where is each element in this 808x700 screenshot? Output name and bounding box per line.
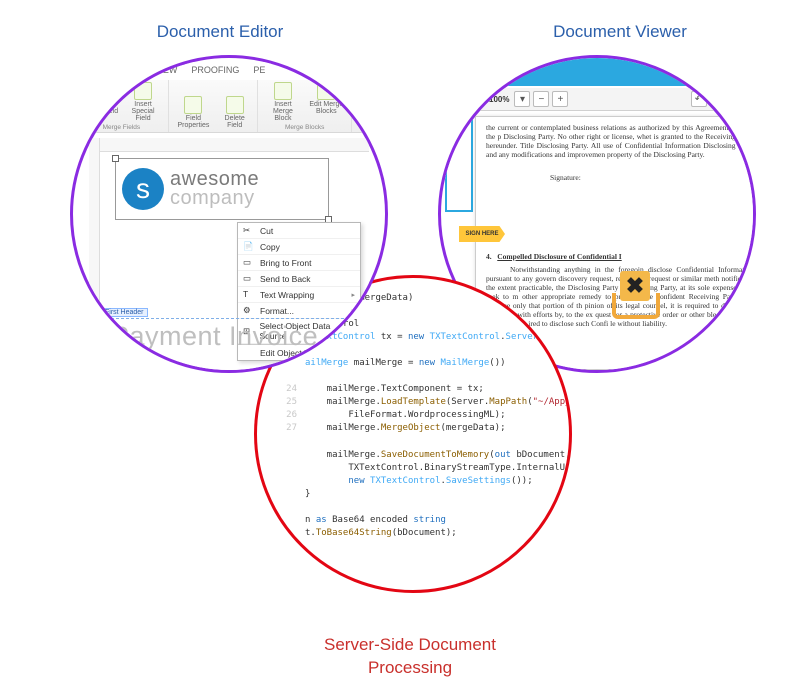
- arrow-shape-icon: [111, 368, 147, 373]
- code-line: t.ToBase64String(bDocument);: [275, 527, 563, 540]
- section-heading: 4. Compelled Disclosure of Confidential …: [486, 252, 754, 261]
- title-editor: Document Editor: [90, 22, 350, 42]
- ribbon-button[interactable]: Edit Merge Blocks: [308, 82, 345, 122]
- code-line: [275, 436, 563, 449]
- code-line: TXTextControl.BinaryStreamType.InternalU…: [275, 462, 563, 475]
- vertical-ruler: [89, 138, 100, 370]
- ribbon-group: Insert Merge FieldInsert Special FieldMe…: [75, 80, 169, 132]
- redo-icon[interactable]: ↷: [710, 91, 726, 107]
- ribbon: Insert Merge FieldInsert Special FieldMe…: [75, 80, 383, 133]
- context-menu-item[interactable]: 📄Copy: [238, 239, 360, 255]
- code-line: mailMerge.SaveDocumentToMemory(out bDocu…: [275, 449, 563, 462]
- ribbon-tabs: REPORTINGVIEWPROOFINGPE: [81, 62, 377, 80]
- ribbon-button[interactable]: D: [358, 103, 376, 129]
- editor-circle: REPORTINGVIEWPROOFINGPE Insert Merge Fie…: [70, 55, 388, 373]
- context-menu-item[interactable]: ✂Cut: [238, 223, 360, 239]
- context-menu-item[interactable]: ▭Send to Back: [238, 271, 360, 287]
- viewer-titlebar: [441, 58, 753, 86]
- toolbar-button[interactable]: ▤: [468, 91, 484, 107]
- toolbar-button[interactable]: ▾: [514, 91, 530, 107]
- ribbon-group: Field PropertiesDelete Field: [169, 80, 259, 132]
- ribbon-button[interactable]: Field Properties: [175, 96, 212, 129]
- ribbon-group: Insert Merge BlockEdit Merge BlocksMerge…: [258, 80, 352, 132]
- ribbon-button[interactable]: Insert Special Field: [124, 82, 161, 122]
- context-menu-item[interactable]: TText Wrapping▸: [238, 287, 360, 303]
- code-line: [275, 501, 563, 514]
- horizontal-ruler: [99, 138, 369, 152]
- print-icon[interactable]: 🖶: [729, 91, 745, 107]
- signature-field[interactable]: ✖: [606, 267, 666, 323]
- code-line: 24 mailMerge.TextComponent = tx;: [275, 383, 563, 396]
- zoom-level[interactable]: 100%: [487, 95, 511, 104]
- toolbar-button[interactable]: ▦: [449, 91, 465, 107]
- sign-here-callout[interactable]: SIGN HERE: [459, 226, 505, 242]
- ribbon-button[interactable]: Insert Merge Field: [81, 82, 118, 122]
- ribbon-button[interactable]: Insert Merge Block: [264, 82, 301, 122]
- logo-text-2: company: [170, 189, 259, 208]
- signature-label: Signature:: [550, 173, 754, 182]
- zoom-in-icon[interactable]: +: [552, 91, 568, 107]
- title-server: Server-Side DocumentProcessing: [280, 634, 540, 680]
- zoom-out-icon[interactable]: −: [533, 91, 549, 107]
- code-line: }: [275, 488, 563, 501]
- page-thumbnail[interactable]: [445, 118, 473, 212]
- ribbon-tab[interactable]: VIEW: [148, 62, 183, 80]
- code-line: 26 FileFormat.WordprocessingML);: [275, 409, 563, 422]
- code-line: [275, 370, 563, 383]
- editor-page: s awesome company ✂Cut📄Copy▭Bring to Fro…: [89, 138, 369, 370]
- ribbon-tab[interactable]: PROOFING: [185, 62, 245, 80]
- ribbon-tab[interactable]: PE: [247, 62, 271, 80]
- company-address: awesome company, LLC1 Awesome RoadN.C 28…: [165, 368, 267, 373]
- doc-paragraph: the current or contemplated business rel…: [486, 123, 754, 159]
- context-menu-item[interactable]: ▭Bring to Front: [238, 255, 360, 271]
- context-menu-item[interactable]: ⚙Format...▸: [238, 303, 360, 319]
- title-viewer: Document Viewer: [490, 22, 750, 42]
- ribbon-button[interactable]: Delete Field: [218, 96, 251, 129]
- code-line: 27 mailMerge.MergeObject(mergeData);: [275, 422, 563, 435]
- header-tag: First Header: [101, 308, 148, 317]
- code-line: new TXTextControl.SaveSettings());: [275, 475, 563, 488]
- undo-icon[interactable]: ↶: [691, 91, 707, 107]
- signature-tray-icon: [612, 293, 660, 319]
- code-line: n as Base64 encoded string: [275, 514, 563, 527]
- ribbon-tab[interactable]: REPORTING: [81, 62, 146, 80]
- invoice-title: Payment Invoice: [111, 321, 318, 352]
- header-boundary: [101, 318, 369, 319]
- selected-image-object[interactable]: s awesome company: [115, 158, 329, 220]
- code-line: 25 mailMerge.LoadTemplate(Server.MapPath…: [275, 396, 563, 409]
- viewer-toolbar: ▦ ▤ 100% ▾ − + ↶ ↷ 🖶: [441, 88, 753, 111]
- ribbon-group: D: [352, 80, 383, 132]
- company-logo-icon: s: [122, 168, 164, 210]
